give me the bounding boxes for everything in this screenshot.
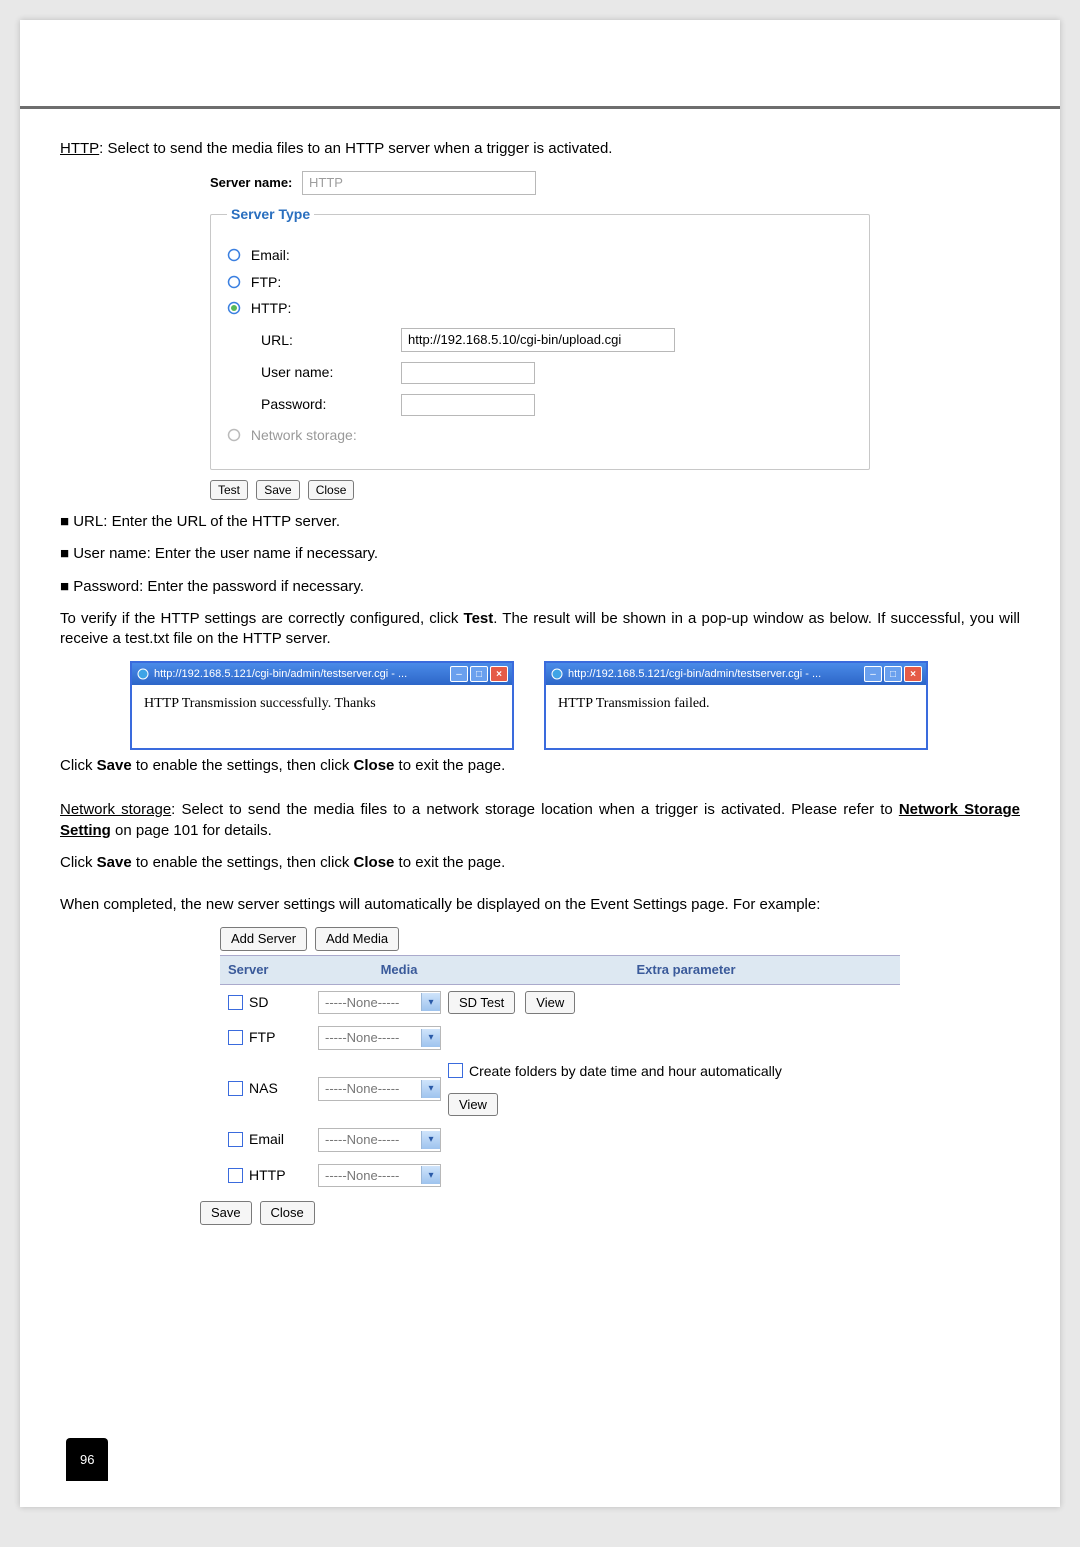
minimize-icon[interactable]: –	[864, 666, 882, 682]
radio-email[interactable]: Email:	[227, 246, 853, 265]
password-input[interactable]	[401, 394, 535, 416]
radio-ftp[interactable]: FTP:	[227, 273, 853, 292]
table-row-http: HTTP -----None----- ▾	[220, 1158, 900, 1194]
checkbox-ftp[interactable]	[228, 1030, 243, 1045]
minimize-icon[interactable]: –	[450, 666, 468, 682]
table-row-ftp: FTP -----None----- ▾	[220, 1020, 900, 1056]
server-panel: Server name: HTTP Server Type Email: FTP…	[210, 171, 870, 470]
http-intro: HTTP: Select to send the media files to …	[60, 139, 1020, 159]
table-row-sd: SD -----None----- ▾ SD Test View	[220, 985, 900, 1021]
radio-http[interactable]: HTTP:	[227, 299, 853, 318]
http-subfields: URL: http://192.168.5.10/cgi-bin/upload.…	[261, 328, 853, 416]
ie-icon	[550, 667, 564, 681]
close-button[interactable]: Close	[308, 480, 355, 500]
url-field: URL: http://192.168.5.10/cgi-bin/upload.…	[261, 328, 853, 352]
ie-icon	[136, 667, 150, 681]
page-content: HTTP: Select to send the media files to …	[20, 109, 1060, 1265]
popup-body: HTTP Transmission failed.	[546, 685, 926, 748]
media-select-nas[interactable]: -----None----- ▾	[318, 1077, 441, 1101]
server-name-input[interactable]: HTTP	[302, 171, 536, 195]
save-button[interactable]: Save	[256, 480, 299, 500]
media-select-http[interactable]: -----None----- ▾	[318, 1164, 441, 1188]
url-input[interactable]: http://192.168.5.10/cgi-bin/upload.cgi	[401, 328, 675, 352]
media-select-email[interactable]: -----None----- ▾	[318, 1128, 441, 1152]
view-button[interactable]: View	[448, 1093, 498, 1117]
completed-paragraph: When completed, the new server settings …	[60, 895, 1020, 915]
popup-titlebar: http://192.168.5.121/cgi-bin/admin/tests…	[132, 663, 512, 685]
popup-fail: http://192.168.5.121/cgi-bin/admin/tests…	[544, 661, 928, 750]
chevron-down-icon: ▾	[421, 1166, 440, 1184]
maximize-icon[interactable]: □	[470, 666, 488, 682]
sd-test-button[interactable]: SD Test	[448, 991, 515, 1015]
after-popup-2: Click Save to enable the settings, then …	[60, 853, 1020, 873]
chevron-down-icon: ▾	[421, 1029, 440, 1047]
media-select-ftp[interactable]: -----None----- ▾	[318, 1026, 441, 1050]
verify-paragraph: To verify if the HTTP settings are corre…	[60, 609, 1020, 650]
server-name-row: Server name: HTTP	[210, 171, 870, 195]
add-server-button[interactable]: Add Server	[220, 927, 307, 951]
checkbox-sd[interactable]	[228, 995, 243, 1010]
save-button[interactable]: Save	[200, 1201, 252, 1225]
checkbox-http[interactable]	[228, 1168, 243, 1183]
page-number: 96	[66, 1438, 108, 1481]
media-select-sd[interactable]: -----None----- ▾	[318, 991, 441, 1015]
popup-body: HTTP Transmission successfully. Thanks	[132, 685, 512, 748]
username-field: User name:	[261, 362, 853, 384]
document-page: HTTP: Select to send the media files to …	[20, 20, 1060, 1507]
test-button[interactable]: Test	[210, 480, 248, 500]
bullet-pass: ■ Password: Enter the password if necess…	[60, 577, 1020, 597]
bullet-url: ■ URL: Enter the URL of the HTTP server.	[60, 512, 1020, 532]
password-field: Password:	[261, 394, 853, 416]
after-popup-1: Click Save to enable the settings, then …	[60, 756, 1020, 776]
server-name-label: Server name:	[210, 175, 292, 190]
close-button[interactable]: Close	[260, 1201, 315, 1225]
username-input[interactable]	[401, 362, 535, 384]
close-icon[interactable]: ×	[904, 666, 922, 682]
close-icon[interactable]: ×	[490, 666, 508, 682]
event-settings-table: Add Server Add Media Server Media Extra …	[200, 927, 900, 1224]
popup-titlebar: http://192.168.5.121/cgi-bin/admin/tests…	[546, 663, 926, 685]
table-row-nas: NAS -----None----- ▾ Create folders by d…	[220, 1056, 900, 1122]
panel-buttons: Test Save Close	[210, 480, 1020, 500]
table-header: Server Media Extra parameter	[220, 955, 900, 985]
server-type-legend: Server Type	[227, 205, 314, 224]
table-row-email: Email -----None----- ▾	[220, 1122, 900, 1158]
view-button[interactable]: View	[525, 991, 575, 1015]
checkbox-email[interactable]	[228, 1132, 243, 1147]
page-header-band	[20, 20, 1060, 109]
network-storage-paragraph: Network storage: Select to send the medi…	[60, 800, 1020, 841]
add-media-button[interactable]: Add Media	[315, 927, 399, 951]
bullet-user: ■ User name: Enter the user name if nece…	[60, 544, 1020, 564]
popup-row: http://192.168.5.121/cgi-bin/admin/tests…	[130, 661, 1020, 750]
chevron-down-icon: ▾	[421, 1080, 440, 1098]
server-type-fieldset: Server Type Email: FTP: HTTP: URL: ht	[210, 205, 870, 470]
popup-success: http://192.168.5.121/cgi-bin/admin/tests…	[130, 661, 514, 750]
checkbox-auto-folders[interactable]	[448, 1063, 463, 1078]
chevron-down-icon: ▾	[421, 1131, 440, 1149]
chevron-down-icon: ▾	[421, 993, 440, 1011]
checkbox-nas[interactable]	[228, 1081, 243, 1096]
radio-network-storage[interactable]: Network storage:	[227, 426, 853, 445]
maximize-icon[interactable]: □	[884, 666, 902, 682]
